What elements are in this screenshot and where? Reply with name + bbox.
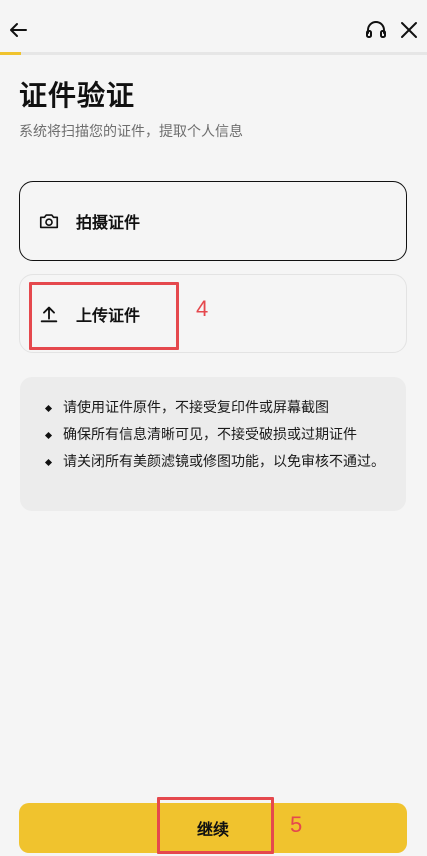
- page-subtitle: 系统将扫描您的证件，提取个人信息: [19, 124, 243, 140]
- top-bar: [0, 0, 427, 60]
- progress-fill: [0, 52, 22, 55]
- arrow-left-icon: [10, 23, 27, 37]
- progress-bar: [0, 52, 427, 55]
- headset-icon: [366, 21, 386, 38]
- close-icon: [401, 22, 417, 38]
- annotation-number: 4: [196, 296, 209, 321]
- take-photo-label: 拍摄证件: [76, 213, 141, 232]
- take-photo-option[interactable]: 拍摄证件: [19, 181, 407, 261]
- annotation-box-continue: [157, 797, 274, 854]
- close-button[interactable]: [397, 18, 421, 42]
- annotation-number: 5: [290, 812, 303, 837]
- tips-box: 请使用证件原件，不接受复印件或屏幕截图 确保所有信息清晰可见，不接受破损或过期证…: [20, 377, 406, 511]
- customer-support-button[interactable]: [364, 18, 388, 42]
- tip-item: 请使用证件原件，不接受复印件或屏幕截图: [46, 395, 388, 422]
- page-title: 证件验证: [19, 79, 136, 112]
- tip-item: 请关闭所有美颜滤镜或修图功能，以免审核不通过。: [46, 449, 388, 476]
- camera-icon: [38, 210, 60, 232]
- tip-item: 确保所有信息清晰可见，不接受破损或过期证件: [46, 422, 388, 449]
- back-button[interactable]: [6, 18, 30, 42]
- annotation-box-upload: [29, 282, 179, 350]
